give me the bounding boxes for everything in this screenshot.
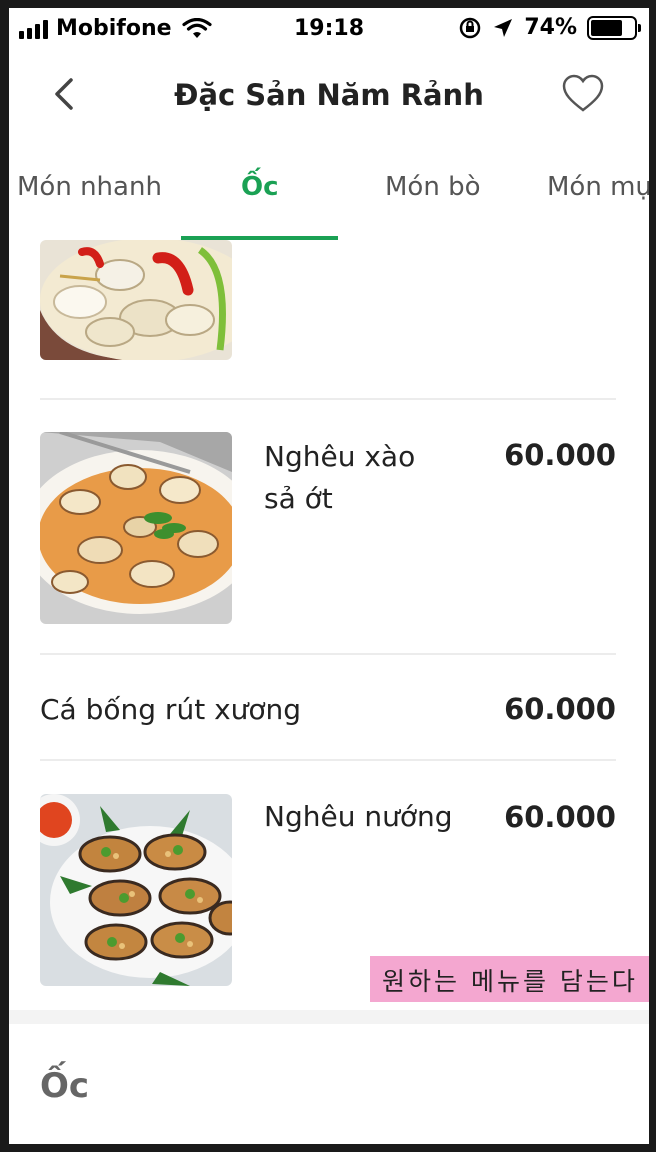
- tab-mon-nhanh[interactable]: Món nhanh: [17, 172, 162, 202]
- nav-bar: Đặc Sản Năm Rảnh: [9, 52, 649, 136]
- section-gap: [9, 1010, 649, 1024]
- page-title: Đặc Sản Năm Rảnh: [174, 78, 484, 112]
- item-price: 60.000: [504, 800, 616, 834]
- partial-item-image[interactable]: [40, 240, 232, 360]
- list-divider: [40, 653, 616, 655]
- battery-fill: [591, 19, 623, 36]
- item-name: Nghêu nướng: [264, 800, 453, 833]
- overlay-caption: 원하는 메뉴를 담는다: [370, 956, 649, 1002]
- location-arrow-icon: [494, 18, 513, 37]
- battery-percent: 74%: [524, 15, 577, 40]
- category-tabs: Món nhanh Ốc Món bò Món mự: [9, 158, 649, 242]
- rotation-lock-icon: [460, 17, 481, 38]
- menu-list: Nghêu xào sả ớt 60.000 Cá bống rút xương…: [9, 240, 649, 1014]
- list-divider: [40, 759, 616, 761]
- tab-mon-muc[interactable]: Món mự: [547, 172, 649, 202]
- item-name: Nghêu xào sả ớt: [264, 440, 416, 515]
- tab-mon-bo[interactable]: Món bò: [385, 172, 481, 202]
- list-divider: [40, 398, 616, 400]
- item-price: 60.000: [504, 692, 616, 726]
- heart-outline-icon[interactable]: [561, 72, 605, 116]
- tab-oc[interactable]: Ốc: [241, 172, 279, 202]
- section-title: Ốc: [40, 1066, 90, 1106]
- item-name: Cá bống rút xương: [40, 693, 302, 726]
- item-image[interactable]: [40, 432, 232, 624]
- screen: Mobifone 19:18 74% Đặc Sản Năm Rảnh Món …: [9, 8, 649, 1144]
- battery-icon: [587, 15, 641, 40]
- status-bar: Mobifone 19:18 74%: [9, 8, 649, 52]
- item-image[interactable]: [40, 794, 232, 986]
- item-price: 60.000: [504, 438, 616, 472]
